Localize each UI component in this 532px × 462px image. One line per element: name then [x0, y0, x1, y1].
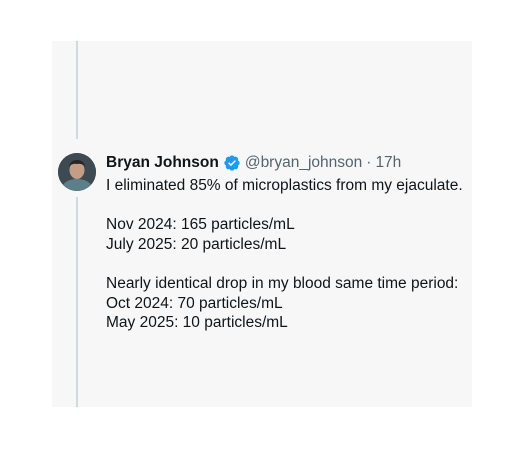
thread-connector-top	[76, 41, 78, 139]
tweet: Bryan Johnson @bryan_johnson · 17h I eli…	[106, 152, 468, 333]
tweet-line: Nearly identical drop in my blood same t…	[106, 274, 459, 292]
tweet-line: I eliminated 85% of microplastics from m…	[106, 177, 463, 194]
author-name[interactable]: Bryan Johnson	[106, 154, 219, 172]
avatar[interactable]	[58, 153, 96, 191]
tweet-line: Oct 2024: 70 particles/mL	[106, 294, 283, 312]
tweet-header: Bryan Johnson @bryan_johnson · 17h	[106, 152, 468, 174]
avatar-image	[58, 153, 96, 191]
verified-badge-icon	[223, 154, 241, 172]
header-separator: ·	[366, 154, 372, 171]
tweet-line: May 2025: 10 particles/mL	[106, 314, 288, 332]
tweet-line: July 2025: 20 particles/mL	[106, 235, 287, 253]
thread-connector-bottom	[76, 197, 78, 407]
tweet-timestamp[interactable]: 17h	[375, 154, 401, 172]
tweet-text: I eliminated 85% of microplastics from m…	[106, 176, 468, 333]
author-handle[interactable]: @bryan_johnson	[245, 154, 362, 172]
tweet-line: Nov 2024: 165 particles/mL	[106, 216, 295, 234]
